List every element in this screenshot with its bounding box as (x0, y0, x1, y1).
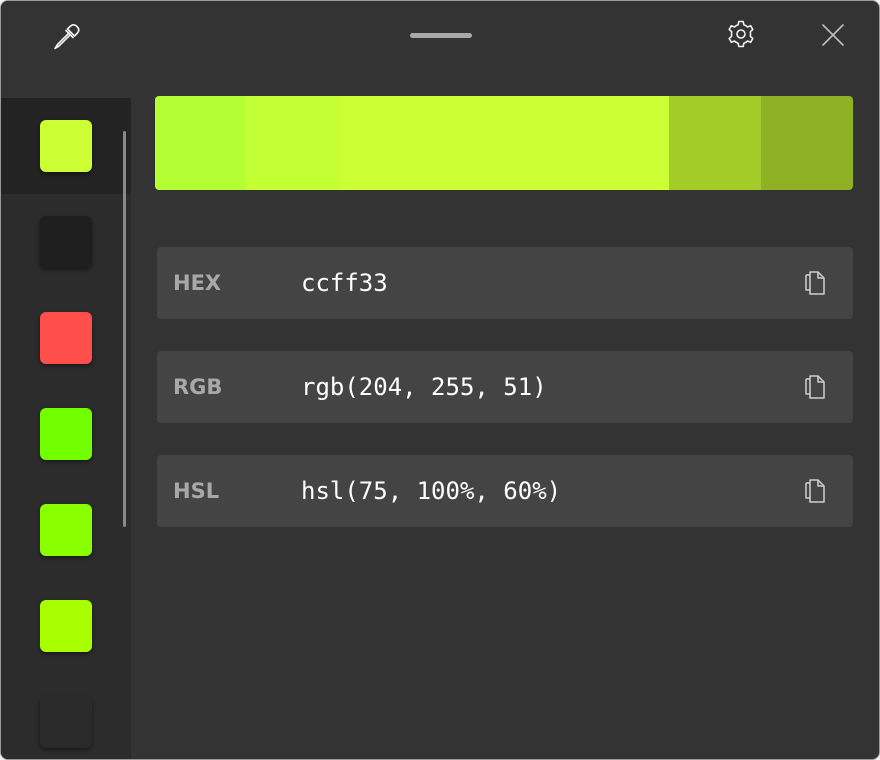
format-label: HSL (173, 479, 220, 503)
copy-rgb-button[interactable] (797, 369, 833, 405)
copy-icon (805, 375, 825, 399)
format-label: HEX (173, 271, 222, 295)
pick-color-button[interactable] (1, 1, 131, 98)
shade-swatch[interactable] (245, 96, 338, 190)
hex-row: HEX ccff33 (157, 247, 853, 319)
color-swatch (40, 312, 92, 364)
title-bar (131, 1, 879, 71)
format-value: rgb(204, 255, 51) (301, 373, 547, 401)
format-label: RGB (173, 375, 223, 399)
drag-handle[interactable] (410, 33, 472, 38)
copy-hsl-button[interactable] (797, 473, 833, 509)
history-item[interactable] (1, 98, 131, 194)
color-swatch (40, 504, 92, 556)
shade-swatch[interactable] (155, 96, 245, 190)
copy-icon (805, 479, 825, 503)
history-item[interactable] (1, 386, 131, 482)
copy-hex-button[interactable] (797, 265, 833, 301)
close-icon (822, 24, 844, 46)
color-history-list (1, 98, 131, 759)
history-item[interactable] (1, 674, 131, 759)
history-scrollbar[interactable] (123, 131, 126, 527)
shade-swatch[interactable] (669, 96, 761, 190)
hsl-row: HSL hsl(75, 100%, 60%) (157, 455, 853, 527)
history-item[interactable] (1, 578, 131, 674)
gear-icon (728, 20, 754, 48)
history-item[interactable] (1, 290, 131, 386)
color-picker-window: HEX ccff33 RGB rgb(204, 255, 51) HSL hsl… (0, 0, 880, 760)
shade-swatch[interactable] (503, 96, 669, 190)
shades-strip (155, 96, 853, 190)
format-value: hsl(75, 100%, 60%) (301, 477, 562, 505)
settings-button[interactable] (719, 12, 763, 56)
shade-swatch[interactable] (761, 96, 853, 190)
rgb-row: RGB rgb(204, 255, 51) (157, 351, 853, 423)
color-swatch (40, 120, 92, 172)
color-swatch (40, 408, 92, 460)
shade-swatch[interactable] (338, 96, 503, 190)
copy-icon (805, 271, 825, 295)
close-button[interactable] (811, 13, 855, 57)
eyedropper-icon (54, 23, 80, 49)
sidebar (1, 1, 131, 759)
color-swatch (40, 216, 92, 268)
history-item[interactable] (1, 194, 131, 290)
format-value: ccff33 (301, 269, 388, 297)
color-swatch (40, 696, 92, 748)
color-swatch (40, 600, 92, 652)
history-item[interactable] (1, 482, 131, 578)
